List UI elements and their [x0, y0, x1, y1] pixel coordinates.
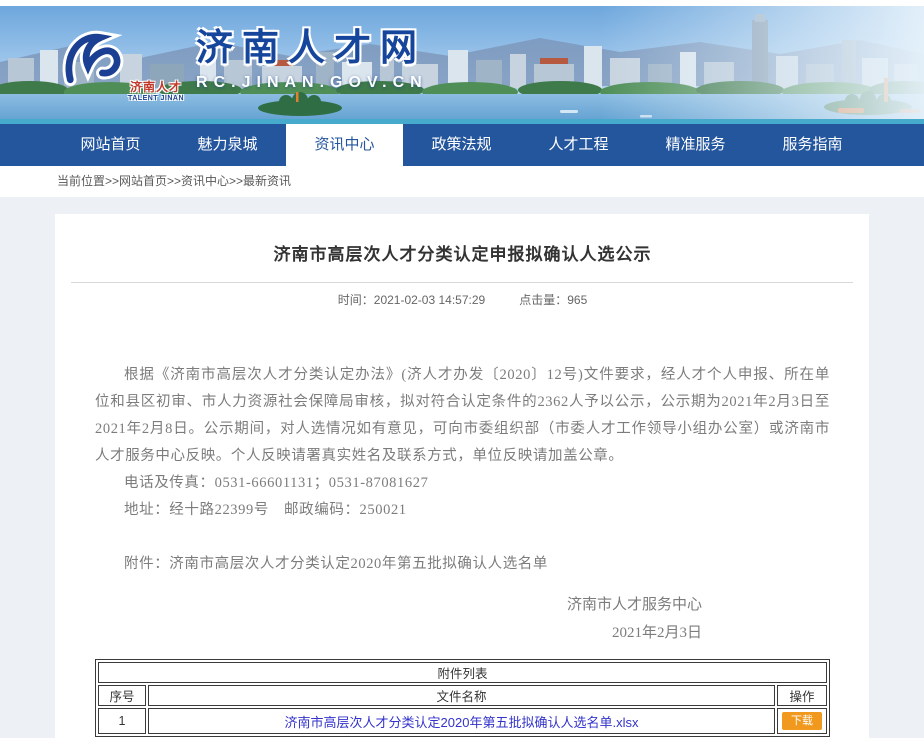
article-phone-line: 电话及传真：0531-66601131；0531-87081627	[95, 470, 830, 497]
logo-caption: 济南人才 TALENT JINAN	[128, 78, 184, 102]
logo-caption-en: TALENT JINAN	[128, 95, 184, 102]
title-divider	[71, 282, 853, 283]
publish-time-label: 时间：	[338, 293, 374, 307]
column-header-action: 操作	[777, 685, 827, 706]
download-button[interactable]: 下载	[782, 712, 822, 730]
table-row: 1 济南市高层次人才分类认定2020年第五批拟确认人选名单.xlsx 下载	[98, 708, 827, 734]
logo-text-block: 济南人才网 RC.JINAN.GOV.CN	[196, 24, 428, 92]
article-address-line: 地址：经十路22399号 邮政编码：250021	[95, 497, 830, 524]
column-header-filename: 文件名称	[148, 685, 775, 706]
article-body: 根据《济南市高层次人才分类认定办法》(济人才办发〔2020〕12号)文件要求，经…	[95, 362, 830, 578]
main-nav: 网站首页 魅力泉城 资讯中心 政策法规 人才工程 精准服务 服务指南	[0, 124, 924, 166]
site-name: 济南人才网	[196, 24, 428, 72]
logo-caption-cn: 济南人才	[128, 78, 184, 95]
nav-item-services[interactable]: 精准服务	[637, 124, 754, 166]
hits-count: 965	[567, 293, 587, 307]
column-header-index: 序号	[98, 685, 146, 706]
site-banner: 济南人才 TALENT JINAN 济南人才网 RC.JINAN.GOV.CN	[0, 6, 924, 124]
nav-item-policy[interactable]: 政策法规	[403, 124, 520, 166]
article-paragraph: 根据《济南市高层次人才分类认定办法》(济人才办发〔2020〕12号)文件要求，经…	[95, 362, 830, 470]
signature-date: 2021年2月3日	[95, 619, 702, 647]
breadcrumb: 当前位置>>网站首页>>资讯中心>>最新资讯	[57, 174, 291, 188]
content-area: 济南市高层次人才分类认定申报拟确认人选公示 时间：2021-02-03 14:5…	[0, 197, 924, 738]
attachments-table: 附件列表 序号 文件名称 操作 1 济南市高层次人才分类认定2020年第五批拟确…	[95, 659, 830, 737]
publish-time: 2021-02-03 14:57:29	[374, 293, 485, 307]
nav-item-projects[interactable]: 人才工程	[520, 124, 637, 166]
breadcrumb-bar: 当前位置>>网站首页>>资讯中心>>最新资讯	[0, 166, 924, 197]
nav-item-home[interactable]: 网站首页	[52, 124, 169, 166]
article-attachment-note: 附件：济南市高层次人才分类认定2020年第五批拟确认人选名单	[95, 551, 830, 578]
page-title: 济南市高层次人才分类认定申报拟确认人选公示	[95, 244, 830, 266]
site-url: RC.JINAN.GOV.CN	[196, 74, 428, 92]
nav-item-guide[interactable]: 服务指南	[754, 124, 871, 166]
signature-org: 济南市人才服务中心	[95, 591, 702, 619]
article-card: 济南市高层次人才分类认定申报拟确认人选公示 时间：2021-02-03 14:5…	[55, 214, 869, 738]
attachments-caption: 附件列表	[98, 662, 827, 683]
nav-item-news[interactable]: 资讯中心	[286, 124, 403, 166]
article-meta: 时间：2021-02-03 14:57:29 点击量：965	[95, 291, 830, 308]
hits-label: 点击量：	[519, 293, 567, 307]
attachment-file-link[interactable]: 济南市高层次人才分类认定2020年第五批拟确认人选名单.xlsx	[285, 715, 639, 730]
nav-item-charm[interactable]: 魅力泉城	[169, 124, 286, 166]
site-logo[interactable]: 济南人才 TALENT JINAN 济南人才网 RC.JINAN.GOV.CN	[56, 24, 428, 102]
attachment-index: 1	[98, 708, 146, 734]
signature-block: 济南市人才服务中心 2021年2月3日	[95, 591, 830, 647]
page: 济南人才 TALENT JINAN 济南人才网 RC.JINAN.GOV.CN …	[0, 6, 924, 738]
